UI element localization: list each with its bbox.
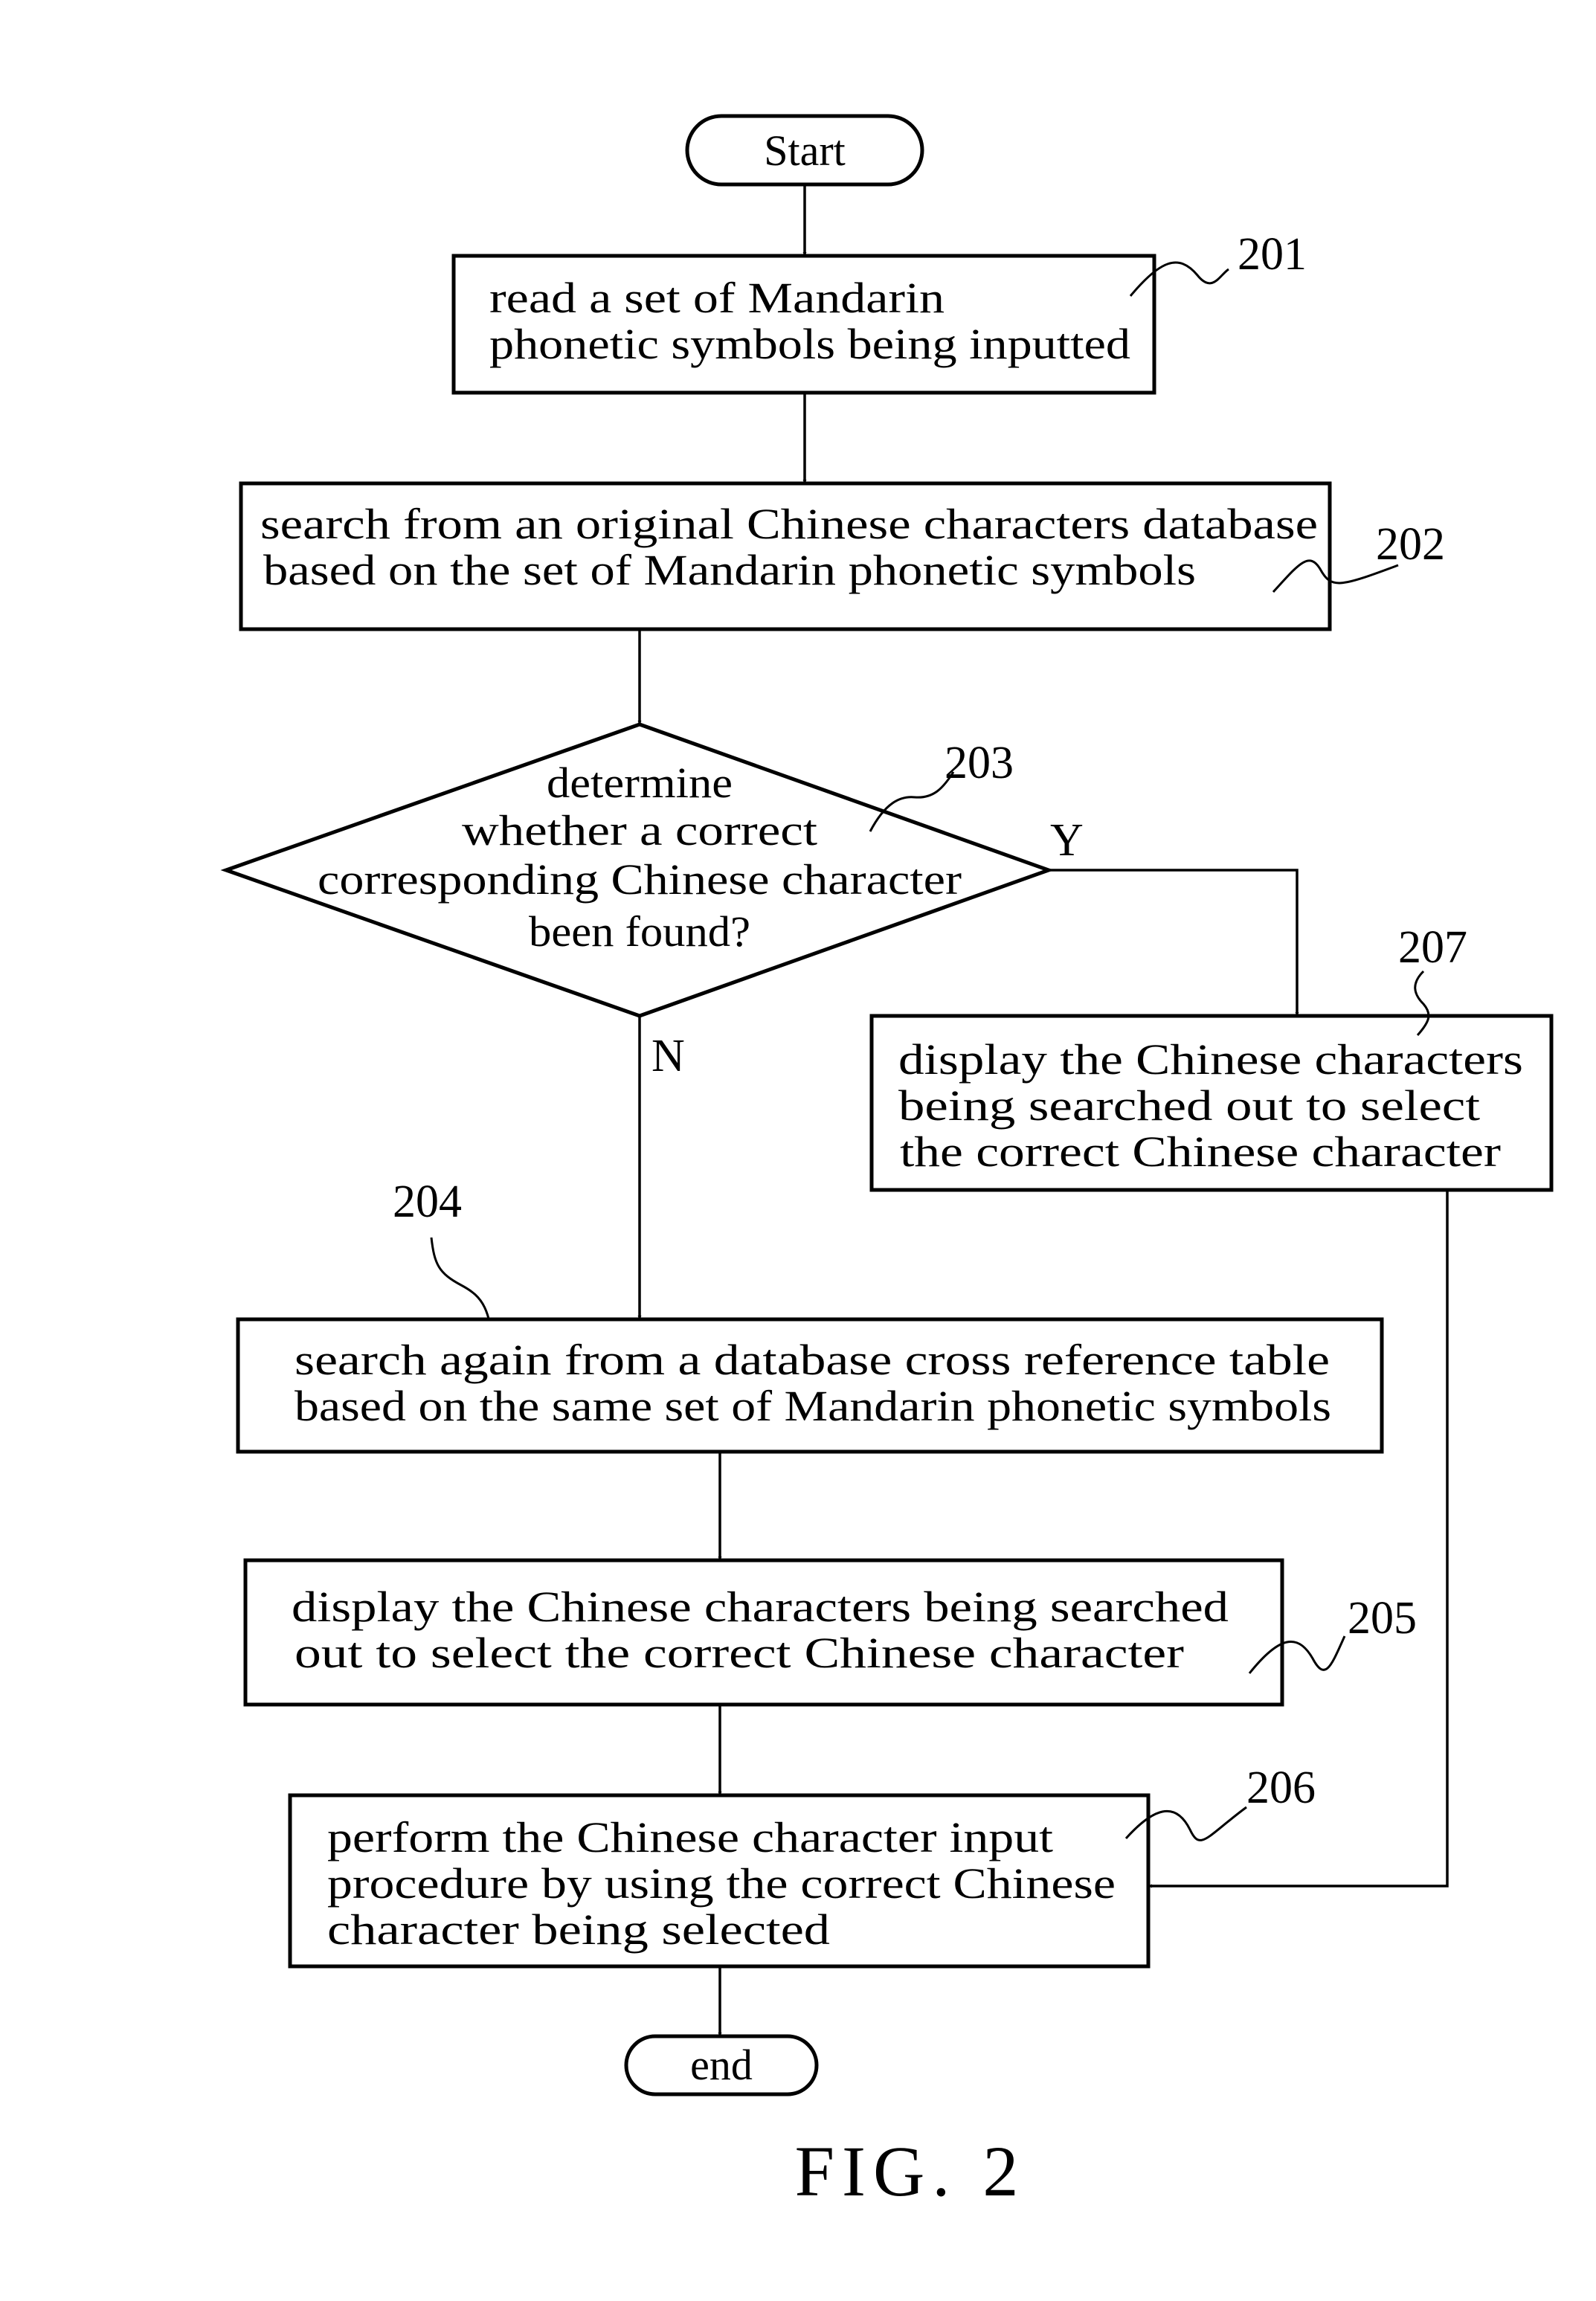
step-202-box: search from an original Chinese characte… [239, 481, 1332, 631]
decision-203-line-3: corresponding Chinese character [318, 855, 962, 904]
step-207-ref: 207 [1398, 922, 1467, 973]
step-205-box: display the Chinese characters being sea… [243, 1558, 1284, 1707]
flowchart: Start read a set of Mandarin phonetic sy… [220, 114, 1554, 2211]
step-207-line-2: being searched out to select [898, 1081, 1480, 1130]
step-206-line-2: procedure by using the correct Chinese [327, 1859, 1116, 1908]
branch-yes-label: Y [1050, 815, 1084, 866]
branch-no-label: N [651, 1031, 685, 1081]
step-201-line-2: phonetic symbols being inputted [489, 320, 1130, 368]
step-205-line-2: out to select the correct Chinese charac… [295, 1629, 1184, 1677]
step-207-line-3: the correct Chinese character [900, 1127, 1501, 1176]
step-207-box: display the Chinese characters being sea… [869, 1014, 1554, 1192]
step-201-line-1: read a set of Mandarin [489, 274, 945, 322]
step-202-line-2: based on the set of Mandarin phonetic sy… [263, 546, 1196, 594]
decision-203-line-2: whether a correct [462, 806, 817, 855]
step-201-ref: 201 [1238, 229, 1307, 280]
arrow-203-yes-to-207 [1049, 869, 1299, 1016]
end-label: end [690, 2041, 753, 2089]
step-203-ref: 203 [945, 738, 1014, 788]
decision-203: determine whether a correct correspondin… [220, 722, 1055, 1018]
step-205-ref: 205 [1348, 1593, 1417, 1644]
end-terminal: end [624, 2034, 819, 2096]
step-205-line-1: display the Chinese characters being sea… [292, 1583, 1229, 1631]
step-202-line-1: search from an original Chinese characte… [260, 500, 1318, 548]
step-202-ref: 202 [1376, 519, 1445, 570]
step-206-line-3: character being selected [327, 1905, 830, 1954]
step-204-box: search again from a database cross refer… [236, 1317, 1384, 1454]
step-207-line-1: display the Chinese characters [898, 1035, 1523, 1084]
step-204-ref: 204 [393, 1177, 462, 1227]
step-204-line-2: based on the same set of Mandarin phonet… [295, 1382, 1331, 1430]
decision-203-line-4: been found? [529, 907, 750, 956]
start-terminal: Start [685, 114, 924, 187]
figure-caption: FIG. 2 [795, 2131, 1026, 2211]
decision-203-line-1: determine [547, 759, 733, 807]
step-206-line-1: perform the Chinese character input [327, 1813, 1053, 1861]
step-206-ref: 206 [1246, 1763, 1316, 1813]
step-204-line-1: search again from a database cross refer… [295, 1336, 1330, 1384]
step-201-box: read a set of Mandarin phonetic symbols … [451, 254, 1156, 395]
step-206-box: perform the Chinese character input proc… [288, 1793, 1151, 1969]
start-label: Start [764, 126, 846, 175]
